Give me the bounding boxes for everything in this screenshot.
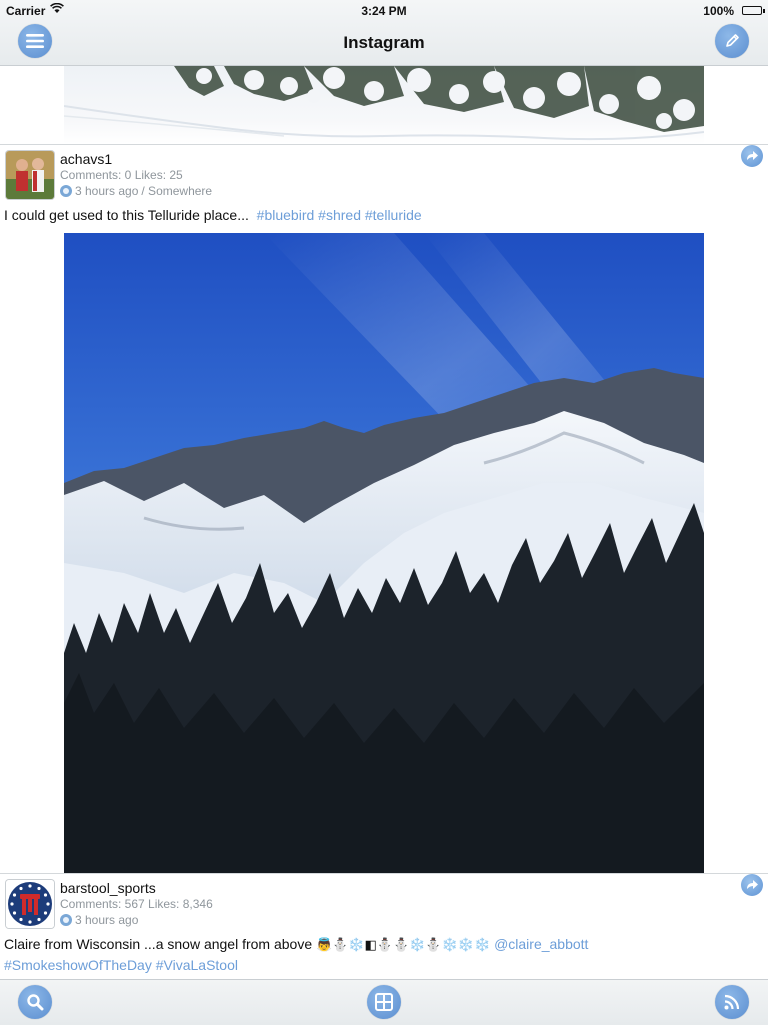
- hashtag-link[interactable]: #SmokeshowOfTheDay: [4, 957, 152, 973]
- clock-icon: [60, 914, 72, 926]
- previous-post-photo[interactable]: [64, 66, 704, 144]
- hashtag-link[interactable]: #VivaLaStool: [156, 957, 238, 973]
- post-stats: Comments: 567 Likes: 8,346: [60, 897, 213, 911]
- post-stats: Comments: 0 Likes: 25: [60, 168, 183, 182]
- grid-button[interactable]: [367, 985, 401, 1019]
- post-photo[interactable]: [64, 233, 704, 873]
- compose-icon: [726, 34, 739, 47]
- caption-emoji: 👼⛄❄️◧⛄⛄❄️⛄❄️❄️❄️: [316, 938, 491, 953]
- share-button[interactable]: [741, 145, 763, 167]
- rss-button[interactable]: [715, 985, 749, 1019]
- share-arrow-icon: [747, 880, 758, 889]
- page-title: Instagram: [343, 33, 425, 52]
- post-caption: Claire from Wisconsin ...a snow angel fr…: [4, 936, 588, 953]
- post-time-row: 3 hours ago / Somewhere: [60, 184, 212, 198]
- post-card: barstool_sports Comments: 567 Likes: 8,3…: [0, 874, 768, 979]
- post-location: / Somewhere: [141, 184, 213, 198]
- post-time: 3 hours ago: [75, 184, 139, 198]
- username[interactable]: barstool_sports: [60, 880, 156, 896]
- compose-button[interactable]: [715, 24, 749, 58]
- post-caption: I could get used to this Telluride place…: [4, 207, 422, 223]
- username[interactable]: achavs1: [60, 151, 112, 167]
- caption-text: I could get used to this Telluride place…: [4, 207, 249, 223]
- hashtag-link[interactable]: #bluebird: [257, 207, 315, 223]
- post-caption-line2: #SmokeshowOfTheDay #VivaLaStool: [4, 957, 238, 973]
- clock-icon: [60, 185, 72, 197]
- grid-icon: [375, 993, 393, 1011]
- avatar[interactable]: [6, 151, 54, 199]
- post-time-row: 3 hours ago: [60, 913, 138, 927]
- search-button[interactable]: [18, 985, 52, 1019]
- hashtag-link[interactable]: #telluride: [365, 207, 422, 223]
- post-card: achavs1 Comments: 0 Likes: 25 3 hours ag…: [0, 145, 768, 233]
- caption-text: Claire from Wisconsin ...a snow angel fr…: [4, 936, 313, 952]
- battery-percent: 100%: [703, 4, 734, 18]
- hashtag-link[interactable]: #shred: [318, 207, 361, 223]
- status-bar: Carrier 3:24 PM 100%: [0, 0, 768, 22]
- mention-link[interactable]: @claire_abbott: [494, 936, 588, 952]
- clock-time: 3:24 PM: [361, 4, 407, 18]
- post-time: 3 hours ago: [75, 913, 139, 927]
- avatar[interactable]: [6, 880, 54, 928]
- battery-icon: [742, 6, 765, 15]
- tab-bar: [0, 979, 768, 1025]
- share-button[interactable]: [741, 874, 763, 896]
- share-arrow-icon: [747, 151, 758, 160]
- search-icon: [27, 994, 44, 1011]
- rss-icon: [724, 994, 740, 1010]
